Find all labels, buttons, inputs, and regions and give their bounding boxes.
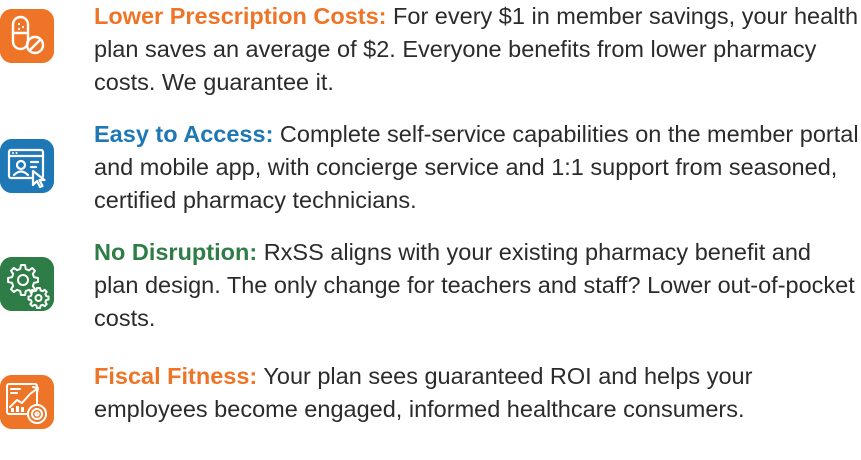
pill-icon [0, 9, 54, 63]
benefit-item-easy-to-access: Easy to Access: Complete self-service ca… [0, 118, 861, 228]
benefits-page: { "benefits": [ { "label": "Lower Prescr… [0, 0, 861, 460]
benefit-item-no-disruption: No Disruption: RxSS aligns with your exi… [0, 236, 861, 346]
benefit-label: Fiscal Fitness: [94, 363, 258, 389]
benefit-item-lower-prescription-costs: Lower Prescription Costs: For every $1 i… [0, 0, 861, 110]
benefit-text: Lower Prescription Costs: For every $1 i… [94, 0, 861, 99]
benefit-text: Fiscal Fitness: Your plan sees guarantee… [94, 360, 861, 426]
portal-icon [0, 139, 54, 193]
gears-icon [0, 257, 54, 311]
benefit-label: Lower Prescription Costs: [94, 3, 387, 29]
benefit-text: No Disruption: RxSS aligns with your exi… [94, 236, 861, 335]
benefit-text: Easy to Access: Complete self-service ca… [94, 118, 861, 217]
financial-chart-icon [0, 375, 54, 429]
benefit-item-fiscal-fitness: Fiscal Fitness: Your plan sees guarantee… [0, 354, 861, 460]
benefit-label: No Disruption: [94, 239, 258, 265]
benefit-label: Easy to Access: [94, 121, 274, 147]
